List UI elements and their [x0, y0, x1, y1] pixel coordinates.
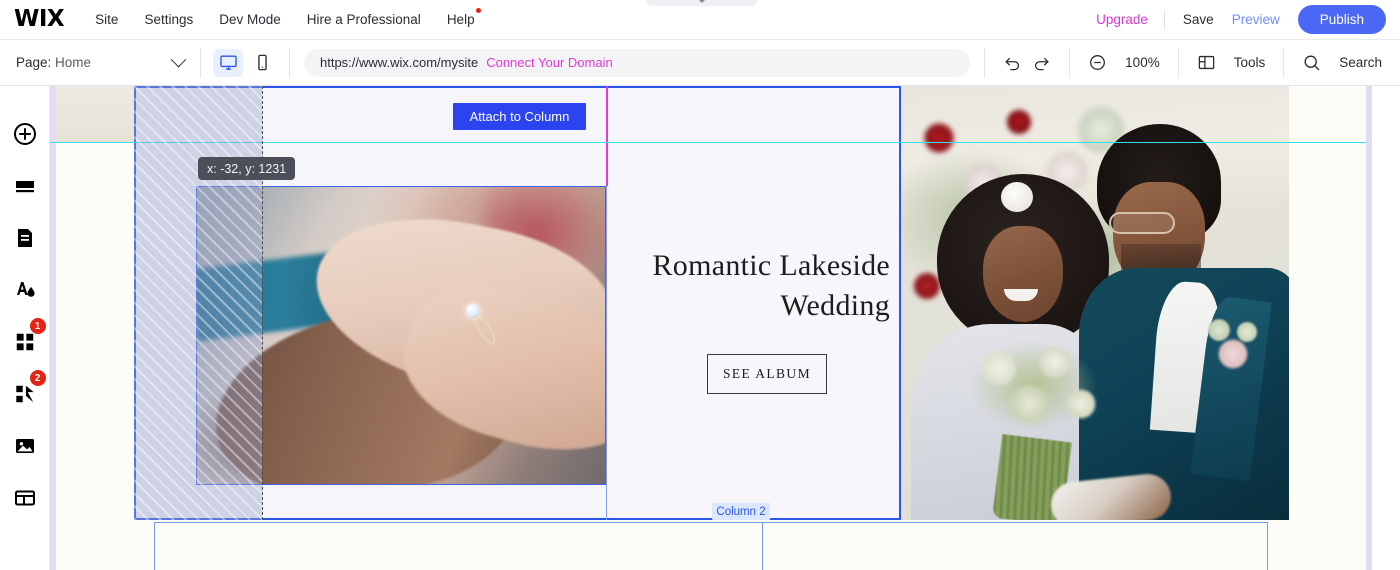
connect-domain-link[interactable]: Connect Your Domain: [486, 55, 612, 70]
sidebar-item-add-section[interactable]: [3, 160, 47, 212]
table-content-icon: [14, 490, 35, 506]
mobile-view-button[interactable]: [247, 49, 277, 77]
zoom-out-icon: [1090, 55, 1106, 70]
sidebar-item-pages[interactable]: [3, 212, 47, 264]
hero-title-line-2: Wedding: [780, 288, 890, 322]
sidebar-item-my-apps[interactable]: 2: [3, 368, 47, 420]
see-album-button[interactable]: SEE ALBUM: [707, 354, 827, 394]
bride-face: [983, 226, 1063, 322]
top-menu-bar: WIX Site Settings Dev Mode Hire a Profes…: [0, 0, 1400, 40]
tools-label: Tools: [1233, 55, 1266, 70]
wedding-couple-photo[interactable]: [901, 86, 1289, 520]
theme-design-icon: [16, 282, 35, 297]
tools-panel-icon: [1197, 53, 1216, 72]
menu-item-dev-mode[interactable]: Dev Mode: [206, 6, 294, 33]
groom-glasses: [1109, 212, 1175, 234]
column-2-label[interactable]: Column 2: [712, 503, 770, 520]
chevron-down-icon: [170, 51, 187, 68]
page-selector[interactable]: Page: Home: [0, 51, 200, 70]
menu-item-hire-a-professional[interactable]: Hire a Professional: [294, 6, 434, 33]
desktop-view-button[interactable]: [213, 48, 243, 77]
tools-button[interactable]: Tools: [1179, 53, 1284, 72]
attach-to-column-button[interactable]: Attach to Column: [453, 103, 586, 130]
menu-item-help[interactable]: Help: [434, 6, 488, 33]
mobile-icon: [257, 54, 267, 71]
viewport-switcher: [201, 48, 289, 77]
ruler-left[interactable]: [50, 86, 56, 570]
puzzle-apps-icon: [15, 385, 34, 403]
divider: [289, 47, 290, 78]
redo-button[interactable]: [1032, 53, 1051, 72]
drag-dashed-guide: [262, 86, 263, 520]
layout-icon: [1198, 55, 1214, 70]
editor-toolbar: Page: Home https://www.wix.com/mysite Co…: [0, 40, 1400, 86]
main-menu: Site Settings Dev Mode Hire a Profession…: [82, 6, 487, 33]
badge-count: 2: [29, 370, 46, 386]
redo-icon: [1035, 57, 1049, 71]
bride-hair-flower: [1001, 182, 1033, 212]
search-label: Search: [1339, 55, 1382, 70]
hero-right-filler: [1289, 86, 1366, 520]
plus-circle-icon: [13, 123, 36, 145]
ring-diamond: [466, 304, 480, 318]
next-section-divider: [762, 523, 763, 570]
ruler-right[interactable]: [1366, 86, 1372, 570]
toolbar-actions: 100% Tools Search: [984, 40, 1400, 86]
next-section-outline[interactable]: [154, 522, 1268, 570]
history-controls: [985, 53, 1069, 72]
search-button[interactable]: Search: [1284, 53, 1400, 72]
menu-item-settings[interactable]: Settings: [131, 6, 206, 33]
notification-dot-icon: [475, 8, 481, 13]
zoom-level-label: 100%: [1125, 55, 1160, 70]
sidebar-item-app-market[interactable]: 1: [3, 316, 47, 368]
collapse-toolbar-handle[interactable]: [646, 0, 758, 6]
preview-button[interactable]: Preview: [1232, 12, 1298, 27]
undo-button[interactable]: [1003, 53, 1022, 72]
sidebar-item-media-manager[interactable]: [3, 420, 47, 472]
wix-logo[interactable]: WIX: [14, 8, 82, 31]
hero-title-line-1: Romantic Lakeside: [652, 249, 890, 282]
badge-count: 1: [29, 318, 46, 334]
site-url-bar[interactable]: https://www.wix.com/mysite Connect Your …: [304, 48, 971, 77]
image-icon: [15, 439, 34, 453]
zoom-out-button[interactable]: [1088, 53, 1107, 72]
page-label-text: Page:: [16, 55, 52, 70]
undo-icon: [1005, 57, 1020, 71]
site-url-text: https://www.wix.com/mysite: [320, 55, 479, 70]
save-button[interactable]: Save: [1165, 12, 1232, 27]
pages-icon: [17, 229, 32, 247]
editor-canvas[interactable]: Romantic Lakeside Wedding SEE ALBUM Colu…: [50, 86, 1400, 570]
groom-boutonniere: [1203, 314, 1259, 378]
sidebar-item-add-elements[interactable]: [3, 108, 47, 160]
drag-coordinates-tooltip: x: -32, y: 1231: [198, 157, 296, 180]
magnifier-icon: [1304, 55, 1320, 71]
top-actions: Upgrade Save Preview Publish: [1080, 5, 1400, 34]
apps-grid-icon: [16, 333, 33, 351]
zoom-controls[interactable]: 100%: [1070, 53, 1178, 72]
sidebar-item-site-design[interactable]: [3, 264, 47, 316]
left-sidebar: 1 2: [0, 86, 50, 570]
element-guide-line: [606, 86, 608, 186]
upgrade-button[interactable]: Upgrade: [1080, 12, 1164, 27]
page-selector-label: Page: Home: [16, 55, 91, 70]
desktop-icon: [219, 55, 237, 70]
wix-editor-window: WIX Site Settings Dev Mode Hire a Profes…: [0, 0, 1400, 570]
menu-item-site[interactable]: Site: [82, 6, 131, 33]
drag-preview-overlay: [134, 86, 262, 520]
search-icon: [1302, 53, 1321, 72]
sidebar-item-content-manager[interactable]: [3, 472, 47, 524]
page-name-text: Home: [55, 55, 92, 70]
publish-button[interactable]: Publish: [1297, 5, 1386, 34]
hero-heading[interactable]: Romantic Lakeside Wedding: [610, 246, 890, 326]
sections-icon: [15, 181, 34, 193]
menu-item-help-label: Help: [446, 12, 475, 27]
